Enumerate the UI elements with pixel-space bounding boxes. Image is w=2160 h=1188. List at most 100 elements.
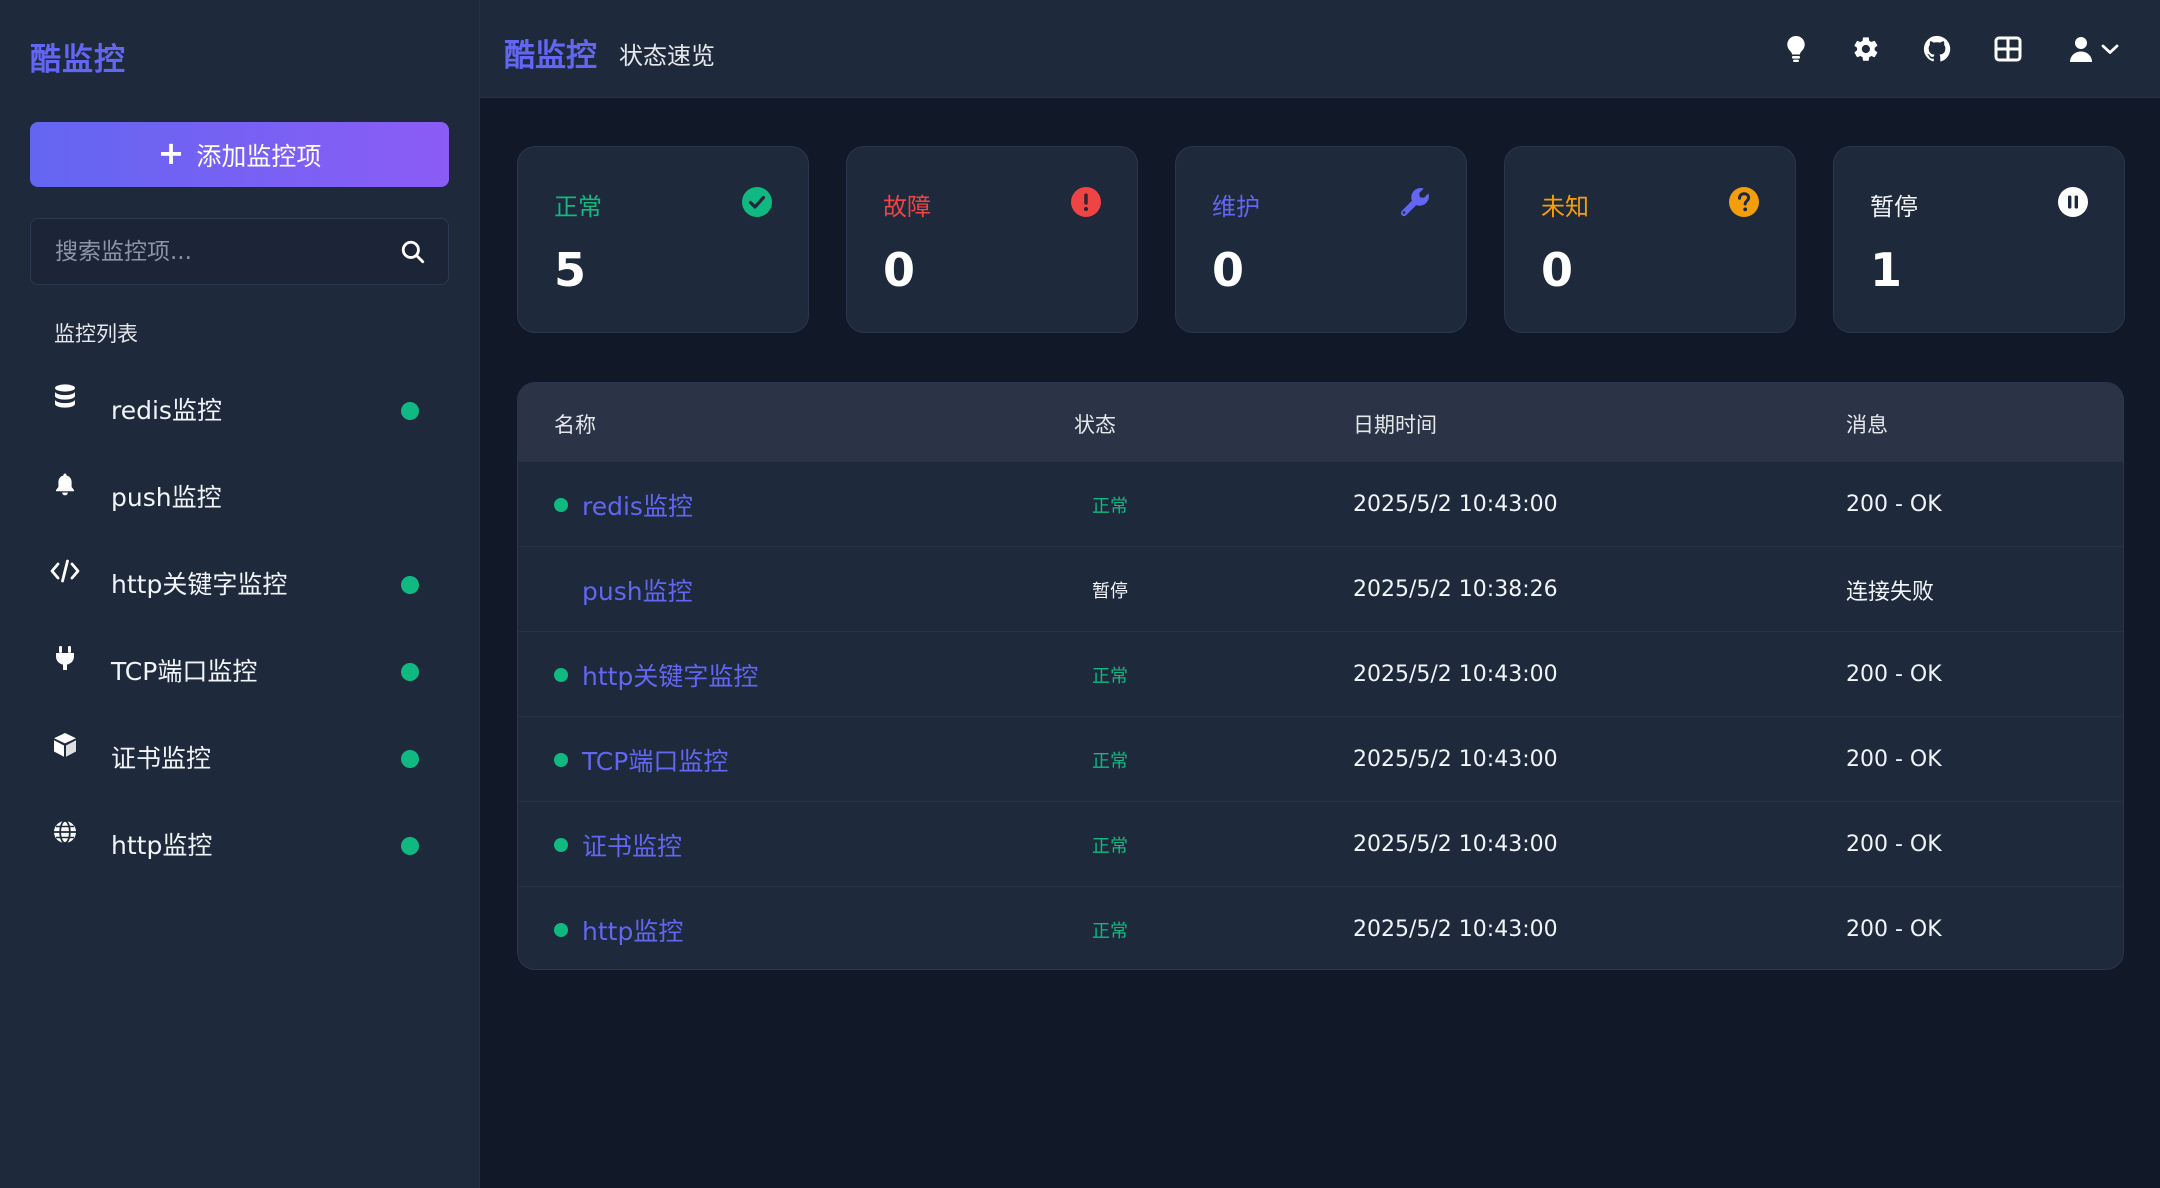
datetime-text: 2025/5/2 10:43:00	[1353, 747, 1558, 772]
column-header-status: 状态	[1074, 413, 1116, 437]
status-dot	[401, 837, 419, 855]
table-row[interactable]: 证书监控 正常 2025/5/2 10:43:00 200 - OK	[518, 801, 2123, 886]
monitor-link[interactable]: http关键字监控	[582, 657, 758, 693]
search-box	[30, 218, 449, 285]
sidebar-item-certificate[interactable]: 证书监控	[0, 713, 480, 800]
database-icon	[50, 382, 80, 412]
status-dot	[401, 663, 419, 681]
message-text: 200 - OK	[1846, 832, 1942, 857]
check-circle-icon	[740, 185, 774, 219]
status-dot	[554, 837, 568, 852]
message-text: 200 - OK	[1846, 917, 1942, 942]
stat-label: 未知	[1541, 193, 1589, 221]
user-icon[interactable]	[2065, 33, 2097, 65]
datetime-text: 2025/5/2 10:43:00	[1353, 917, 1558, 942]
wrench-icon	[1398, 185, 1432, 219]
globe-icon	[50, 817, 80, 847]
sidebar-item-label: http监控	[111, 830, 213, 860]
stat-label: 维护	[1212, 193, 1260, 221]
github-icon[interactable]	[1921, 33, 1953, 65]
code-icon	[50, 556, 80, 586]
search-input[interactable]	[31, 219, 378, 284]
status-dot	[554, 583, 568, 597]
sidebar-item-label: push监控	[111, 482, 222, 512]
page-title: 状态速览	[619, 42, 715, 70]
stat-label: 故障	[883, 193, 931, 221]
stat-card-up[interactable]: 正常 5	[517, 146, 809, 333]
add-monitor-label: 添加监控项	[196, 141, 322, 171]
status-text: 正常	[1092, 750, 1128, 772]
column-header-message: 消息	[1846, 413, 1888, 437]
grid-icon[interactable]	[1992, 33, 2024, 65]
top-bar: 酷监控 状态速览	[480, 0, 2160, 98]
stat-value: 1	[1870, 243, 1903, 297]
stat-value: 0	[1541, 243, 1574, 297]
stat-value: 0	[1212, 243, 1245, 297]
sidebar: 酷监控 + 添加监控项 监控列表	[0, 0, 480, 1188]
status-dot	[554, 667, 568, 682]
monitor-link[interactable]: http监控	[582, 912, 683, 948]
monitor-link[interactable]: redis监控	[582, 487, 693, 523]
bell-icon	[50, 469, 80, 499]
sidebar-item-tcp[interactable]: TCP端口监控	[0, 626, 480, 713]
status-dot	[401, 750, 419, 768]
stat-label: 正常	[554, 193, 602, 221]
status-text: 正常	[1092, 495, 1128, 517]
status-dot	[554, 752, 568, 767]
datetime-text: 2025/5/2 10:43:00	[1353, 492, 1558, 517]
status-dot	[554, 497, 568, 512]
column-header-name: 名称	[554, 413, 596, 437]
alert-circle-icon	[1069, 185, 1103, 219]
pause-circle-icon	[2056, 185, 2090, 219]
monitor-list: redis监控 push监控 http关键字监控 TCP端口监控 证书监控 ht…	[0, 365, 480, 887]
table-row[interactable]: TCP端口监控 正常 2025/5/2 10:43:00 200 - OK	[518, 716, 2123, 801]
sidebar-item-redis[interactable]: redis监控	[0, 365, 480, 452]
sidebar-item-label: 证书监控	[111, 743, 212, 773]
column-header-datetime: 日期时间	[1353, 413, 1437, 437]
chevron-down-icon[interactable]	[2098, 33, 2122, 65]
stat-card-down[interactable]: 故障 0	[846, 146, 1138, 333]
cube-icon	[50, 730, 80, 760]
table-row[interactable]: redis监控 正常 2025/5/2 10:43:00 200 - OK	[518, 461, 2123, 546]
status-text: 正常	[1092, 920, 1128, 942]
status-dot	[401, 402, 419, 420]
app: 酷监控 + 添加监控项 监控列表	[0, 0, 2160, 1188]
monitor-link[interactable]: 证书监控	[582, 827, 682, 863]
status-text: 暂停	[1092, 580, 1128, 602]
monitor-list-heading: 监控列表	[54, 322, 138, 346]
sidebar-item-label: http关键字监控	[111, 569, 288, 599]
gear-icon[interactable]	[1850, 33, 1882, 65]
message-text: 200 - OK	[1846, 492, 1942, 517]
datetime-text: 2025/5/2 10:43:00	[1353, 662, 1558, 687]
table-row[interactable]: http监控 正常 2025/5/2 10:43:00 200 - OK	[518, 886, 2123, 969]
message-text: 连接失败	[1846, 579, 1935, 605]
sidebar-item-http-keyword[interactable]: http关键字监控	[0, 539, 480, 626]
sidebar-item-push[interactable]: push监控	[0, 452, 480, 539]
sidebar-brand[interactable]: 酷监控	[30, 34, 126, 79]
table-row[interactable]: push监控 暂停 2025/5/2 10:38:26 连接失败	[518, 546, 2123, 631]
stat-label: 暂停	[1870, 193, 1918, 221]
status-text: 正常	[1092, 665, 1128, 687]
datetime-text: 2025/5/2 10:38:26	[1353, 577, 1558, 602]
add-monitor-button[interactable]: + 添加监控项	[30, 122, 449, 187]
stat-card-unknown[interactable]: 未知 0	[1504, 146, 1796, 333]
search-icon[interactable]	[378, 219, 448, 284]
monitor-link[interactable]: push监控	[582, 572, 693, 608]
lightbulb-icon[interactable]	[1780, 33, 1812, 65]
sidebar-item-http[interactable]: http监控	[0, 800, 480, 887]
status-dot	[554, 922, 568, 937]
status-text: 正常	[1092, 835, 1128, 857]
table-row[interactable]: http关键字监控 正常 2025/5/2 10:43:00 200 - OK	[518, 631, 2123, 716]
stat-card-paused[interactable]: 暂停 1	[1833, 146, 2125, 333]
datetime-text: 2025/5/2 10:43:00	[1353, 832, 1558, 857]
stat-value: 5	[554, 243, 587, 297]
monitor-link[interactable]: TCP端口监控	[582, 742, 728, 778]
sidebar-item-label: TCP端口监控	[111, 656, 258, 686]
plus-icon: +	[157, 134, 185, 172]
message-text: 200 - OK	[1846, 662, 1942, 687]
header-brand[interactable]: 酷监控	[504, 30, 597, 75]
stat-card-maintenance[interactable]: 维护 0	[1175, 146, 1467, 333]
stat-value: 0	[883, 243, 916, 297]
message-text: 200 - OK	[1846, 747, 1942, 772]
status-dot	[401, 576, 419, 594]
